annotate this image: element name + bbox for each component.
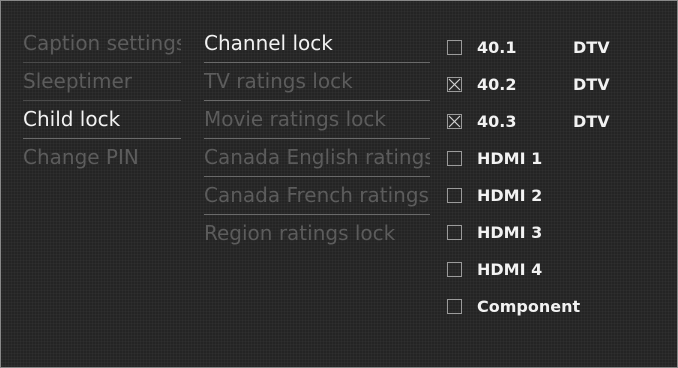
channel-row[interactable]: Component: [447, 288, 667, 325]
main-menu: Caption settings Sleeptimer Child lock C…: [23, 25, 181, 176]
check-x-icon: [448, 115, 461, 128]
lock-checkbox[interactable]: [447, 188, 462, 203]
channel-type: DTV: [573, 112, 610, 131]
menu-item-caption-settings[interactable]: Caption settings: [23, 25, 181, 63]
channel-type: DTV: [573, 38, 610, 57]
lock-checkbox[interactable]: [447, 40, 462, 55]
submenu-item-canada-french-ratings-lock[interactable]: Canada French ratings lo: [204, 177, 430, 215]
channel-row[interactable]: HDMI 4: [447, 251, 667, 288]
channel-type: DTV: [573, 75, 610, 94]
channel-name: HDMI 2: [477, 186, 543, 205]
channel-row[interactable]: 40.2 DTV: [447, 66, 667, 103]
channel-name: HDMI 3: [477, 223, 543, 242]
channel-name: Component: [477, 297, 581, 316]
channel-name: HDMI 4: [477, 260, 543, 279]
lock-checkbox[interactable]: [447, 225, 462, 240]
channel-row[interactable]: HDMI 1: [447, 140, 667, 177]
menu-item-change-pin[interactable]: Change PIN: [23, 139, 181, 176]
lock-checkbox[interactable]: [447, 151, 462, 166]
channel-name: 40.3: [477, 112, 517, 131]
channel-row[interactable]: HDMI 2: [447, 177, 667, 214]
channel-row[interactable]: HDMI 3: [447, 214, 667, 251]
tv-menu-screen: Caption settings Sleeptimer Child lock C…: [0, 0, 678, 368]
lock-checkbox[interactable]: [447, 262, 462, 277]
lock-checkbox[interactable]: [447, 299, 462, 314]
child-lock-submenu: Channel lock TV ratings lock Movie ratin…: [204, 25, 430, 252]
channel-row[interactable]: 40.1 DTV: [447, 29, 667, 66]
menu-item-child-lock[interactable]: Child lock: [23, 101, 181, 139]
channel-row[interactable]: 40.3 DTV: [447, 103, 667, 140]
channel-name: HDMI 1: [477, 149, 543, 168]
menu-item-sleeptimer[interactable]: Sleeptimer: [23, 63, 181, 101]
locked-checkbox[interactable]: [447, 114, 462, 129]
submenu-item-channel-lock[interactable]: Channel lock: [204, 25, 430, 63]
channel-name: 40.1: [477, 38, 517, 57]
submenu-item-movie-ratings-lock[interactable]: Movie ratings lock: [204, 101, 430, 139]
channel-list: 40.1 DTV 40.2 DTV 40.3 DTV HDMI 1 HDMI 2…: [447, 29, 667, 325]
check-x-icon: [448, 78, 461, 91]
submenu-item-region-ratings-lock[interactable]: Region ratings lock: [204, 215, 430, 252]
locked-checkbox[interactable]: [447, 77, 462, 92]
submenu-item-tv-ratings-lock[interactable]: TV ratings lock: [204, 63, 430, 101]
submenu-item-canada-english-ratings-lock[interactable]: Canada English ratings lo: [204, 139, 430, 177]
channel-name: 40.2: [477, 75, 517, 94]
